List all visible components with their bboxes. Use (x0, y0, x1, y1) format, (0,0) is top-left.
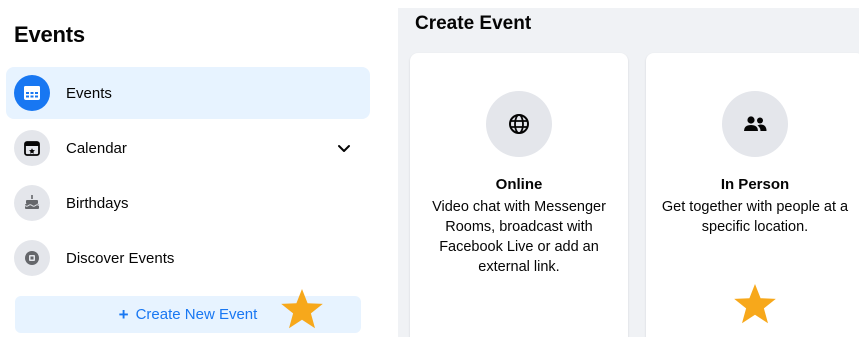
panel-title: Create Event (415, 13, 532, 34)
people-icon (722, 91, 788, 157)
card-title: Online (495, 176, 543, 193)
sidebar-item-discover-events[interactable]: Discover Events (6, 232, 370, 284)
events-grid-icon (14, 75, 50, 111)
online-event-card[interactable]: Online Video chat with Messenger Rooms, … (410, 53, 628, 337)
sidebar-item-label: Calendar (66, 139, 127, 157)
create-new-event-label: Create New Event (135, 306, 258, 323)
create-event-panel: Create Event Online Video chat with Mess… (398, 8, 859, 337)
sidebar-item-label: Birthdays (66, 194, 129, 212)
chevron-down-icon[interactable] (336, 140, 352, 161)
plus-icon: + (118, 304, 129, 324)
globe-icon (486, 91, 552, 157)
card-title: In Person (720, 176, 790, 193)
star-marker-icon (281, 289, 323, 329)
card-description: Get together with people at a specific l… (661, 199, 849, 235)
sidebar-item-events[interactable]: Events (6, 67, 370, 119)
card-description: Video chat with Messenger Rooms, broadca… (432, 199, 606, 275)
in-person-event-card[interactable]: In Person Get together with people at a … (646, 53, 859, 337)
sidebar-item-birthdays[interactable]: Birthdays (6, 177, 370, 229)
sidebar-item-calendar[interactable]: Calendar (6, 122, 370, 174)
star-marker-icon (734, 284, 776, 324)
app-stage: Events Events Calendar Birthdays Discove… (0, 0, 859, 337)
calendar-icon (14, 130, 50, 166)
sidebar-title: Events (14, 22, 85, 47)
birthday-cake-icon (14, 185, 50, 221)
discover-icon (14, 240, 50, 276)
events-sidebar: Events Events Calendar Birthdays Discove… (0, 0, 380, 337)
sidebar-item-label: Discover Events (66, 249, 175, 267)
sidebar-item-label: Events (66, 84, 112, 102)
